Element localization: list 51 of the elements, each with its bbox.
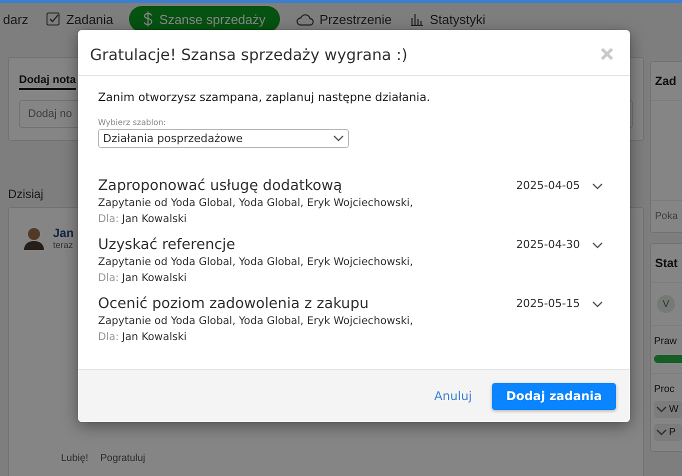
dialog-title: Gratulacje! Szansa sprzedaży wygrana :) <box>90 46 408 64</box>
post-action-link[interactable]: Lubię! <box>61 453 88 464</box>
progress-label: Praw <box>654 336 677 347</box>
show-link[interactable]: Poka <box>651 201 682 232</box>
process-item[interactable]: W <box>654 401 682 418</box>
assignee-label: Dla: <box>98 212 119 227</box>
nav-tab[interactable]: Przestrzenie <box>294 6 394 32</box>
task-context: Zapytanie od Yoda Global, Yoda Global, Eryk Wojciechowski, <box>98 255 414 270</box>
assignee-name: Jan Kowalski <box>122 330 187 345</box>
task-date: 2025-04-30 <box>516 237 580 253</box>
card-title: Zad <box>651 62 682 101</box>
post-time: teraz <box>53 240 74 250</box>
nav-tab[interactable]: darz <box>1 6 30 32</box>
chevron-icon <box>592 300 603 308</box>
note-tab[interactable]: Dodaj nota <box>19 74 76 90</box>
nav-tab[interactable]: Statystyki <box>408 6 488 32</box>
task-date: 2025-04-05 <box>516 178 580 194</box>
chevron-icon <box>592 242 603 248</box>
checkbox-icon <box>46 12 60 26</box>
chevron-icon <box>656 429 667 436</box>
intro-text: Zanim otworzysz szampana, zaplanuj następne działania. <box>98 90 432 104</box>
task-date: 2025-05-15 <box>516 296 580 312</box>
avatar <box>23 226 45 250</box>
task-title: Uzyskać referencje <box>98 236 236 254</box>
assignee-label: Dla: <box>98 271 119 286</box>
task-title: Ocenić poziom zadowolenia z zakupu <box>98 295 370 313</box>
chevron-icon <box>592 182 603 190</box>
day-heading: Dzisiaj <box>8 187 44 201</box>
nav-tab[interactable]: Zadania <box>44 6 116 32</box>
cloud-icon <box>296 12 314 26</box>
post-action-link[interactable]: Pogratuluj <box>100 453 146 464</box>
process-item[interactable]: P <box>654 424 682 441</box>
template-select[interactable]: Działania posprzedażowe <box>98 129 349 148</box>
assignee-name: Jan Kowalski <box>122 212 187 227</box>
nav-tab[interactable]: Szanse sprzedaży <box>129 6 280 32</box>
task-context: Zapytanie od Yoda Global, Yoda Global, Eryk Wojciechowski, <box>98 196 414 211</box>
author-name[interactable]: Jan <box>53 226 74 240</box>
cancel-button[interactable]: Anuluj <box>428 388 478 404</box>
task-context: Zapytanie od Yoda Global, Yoda Global, Eryk Wojciechowski, <box>98 314 414 329</box>
chevron-icon <box>656 406 667 413</box>
card-title: Stat <box>651 244 682 283</box>
assignee-label: Dla: <box>98 330 119 345</box>
field-label: Wybierz szablon: <box>98 118 167 127</box>
bar-chart-icon <box>410 12 424 26</box>
dollar-icon <box>143 11 154 27</box>
add-tasks-button[interactable]: Dodaj zadania <box>492 382 616 410</box>
assignee-name: Jan Kowalski <box>122 271 187 286</box>
task-title: Zaproponować usługę dodatkową <box>98 177 344 195</box>
chevron-icon <box>333 135 344 142</box>
status-badge: V <box>657 295 675 313</box>
process-label: Proc <box>654 384 675 395</box>
